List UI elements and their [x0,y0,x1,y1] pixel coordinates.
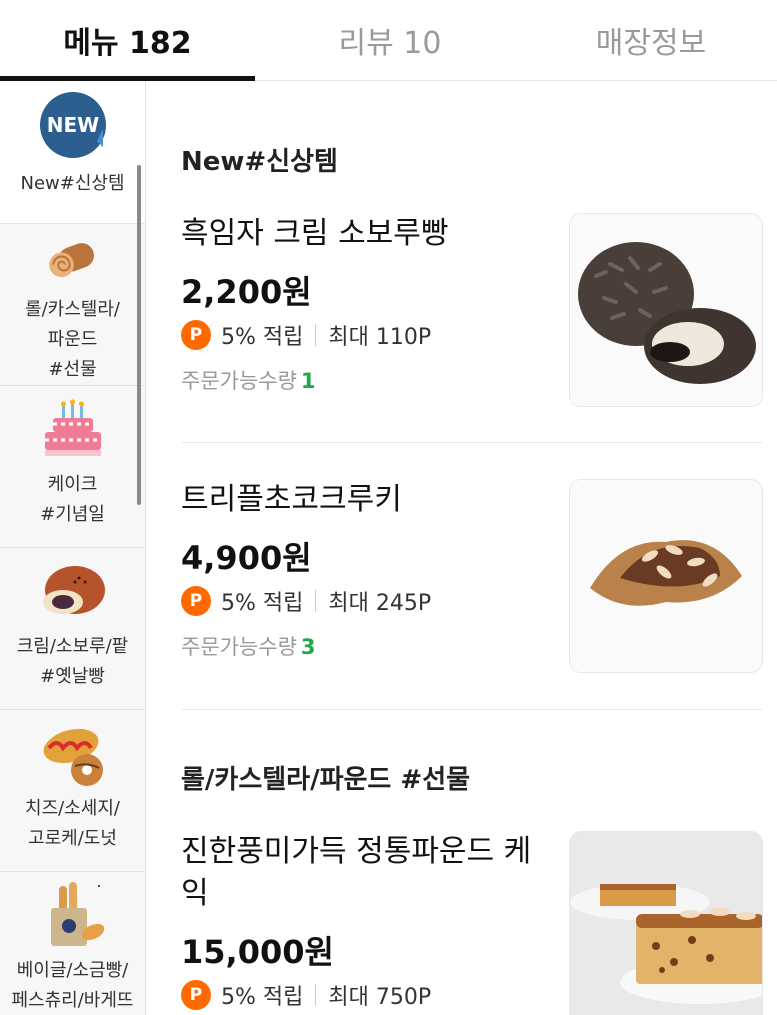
section-title: 롤/카스텔라/파운드 #선물 [181,765,471,795]
section-title: New#신상템 [181,147,338,177]
bread-bag-icon [50,882,104,946]
tab-bar: 메뉴 182 리뷰 10 매장정보 [0,0,777,81]
item-name: 흑임자 크림 소보루빵 [181,216,449,251]
new-badge-icon: NEW [39,92,106,158]
sidebar-item-cream-bun[interactable]: 크림/소보루/팥 #옛날빵 [0,548,145,710]
sidebar-item-label: 롤/카스텔라/ 파운드 #선물 [25,299,120,380]
sidebar-item-label: New#신상템 [20,173,125,194]
category-sidebar: NEW New#신상템 롤/카스텔라/ 파운드 #선물 케이크 #기념일 크림/… [0,81,146,1015]
point-rate: 5% 적립 [221,325,304,350]
pound-cake-image [570,832,762,1015]
divider [181,709,763,710]
sausage-bread-icon [43,728,103,786]
sidebar-item-label: 치즈/소세지/ 고로케/도넛 [25,798,120,849]
item-name: 진한풍미가득 정통파운드 케익 [181,834,532,911]
red-bean-bun-icon [42,566,105,614]
tab-reviews[interactable]: 리뷰 10 [255,0,525,80]
stock-qty: 3 [300,635,316,659]
birthday-cake-icon [44,399,101,456]
point-badge-icon: P [181,980,211,1010]
point-rate: 5% 적립 [221,591,304,616]
point-max: 최대 110P [328,325,432,350]
stock-qty: 1 [300,369,316,393]
item-name: 트리플초코크루키 [181,482,402,517]
stock-label: 주문가능수량 [181,635,297,659]
divider [315,590,317,612]
point-badge-icon: P [181,586,211,616]
triple-choco-cruffin-image [570,480,762,672]
point-max: 최대 245P [328,591,432,616]
divider [315,984,317,1006]
tab-store-info[interactable]: 매장정보 [525,0,777,80]
point-badge-icon: P [181,320,211,350]
item-image[interactable] [569,479,763,673]
sidebar-item-cake[interactable]: 케이크 #기념일 [0,386,145,548]
menu-list: New#신상템 흑임자 크림 소보루빵 2,200원 P 5% 적립 최대 11… [147,81,777,1015]
item-image[interactable] [569,213,763,407]
sidebar-item-new[interactable]: NEW New#신상템 [0,81,145,224]
divider [315,324,317,346]
item-image[interactable] [569,831,763,1015]
sidebar-item-bagel[interactable]: 베이글/소금빵/ 페스츄리/바게뜨 [0,872,145,1015]
sidebar-scrollbar[interactable] [137,165,141,505]
sidebar-item-label: 크림/소보루/팥 #옛날빵 [16,636,129,687]
divider [181,442,763,443]
point-rate: 5% 적립 [221,985,304,1010]
roll-cake-icon [48,243,94,278]
stock-label: 주문가능수량 [181,369,297,393]
sidebar-item-roll[interactable]: 롤/카스텔라/ 파운드 #선물 [0,224,145,386]
svg-text:NEW: NEW [46,113,98,137]
tab-menu[interactable]: 메뉴 182 [0,0,255,81]
sidebar-item-cheese[interactable]: 치즈/소세지/ 고로케/도넛 [0,710,145,872]
sidebar-item-label: 베이글/소금빵/ 페스츄리/바게뜨 [11,960,134,1011]
black-sesame-bun-image [570,214,762,406]
point-max: 최대 750P [328,985,432,1010]
sidebar-item-label: 케이크 #기념일 [40,474,105,525]
